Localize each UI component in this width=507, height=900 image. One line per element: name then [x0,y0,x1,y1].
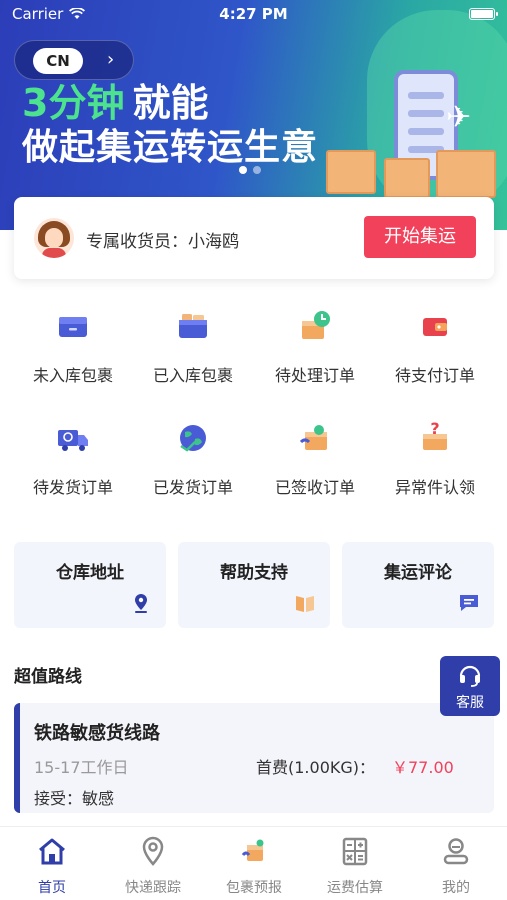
routes-section-title: 超值路线 [14,667,82,687]
customer-service-label: 客服 [456,695,484,711]
carousel-indicator [239,166,261,174]
entry-label: 待处理订单 [274,366,355,385]
home-icon [39,838,65,865]
banner-subheadline: 做起集运转运生意 [22,127,319,168]
location-pin-icon [135,594,147,613]
tab-label: 运费估算 [327,880,383,896]
customer-service-button[interactable]: 客服 [440,656,500,716]
consolidation-reviews-card[interactable]: 集运评论 [342,542,494,628]
svg-text:?: ? [430,420,439,438]
wallet-icon [423,318,447,336]
bottom-tab-bar: 首页 快递跟踪 包裹预报 运费估算 我的 [0,826,507,900]
parcel-forecast-icon [241,839,264,861]
receiver-card: 专属收货员：小海鸥 开始集运 [14,197,494,279]
tab-tracking[interactable]: 快递跟踪 [103,835,203,897]
airplane-icon: ✈ [446,100,472,135]
profile-icon [443,838,469,865]
entry-label: 已签收订单 [274,478,355,497]
help-support-card[interactable]: 帮助支持 [178,542,330,628]
tab-shipping-estimate[interactable]: 运费估算 [305,835,405,897]
tracking-pin-icon [142,836,164,866]
parcel-box-icon [384,158,430,198]
quick-link-label: 仓库地址 [56,563,124,583]
route-name: 铁路敏感货线路 [34,723,160,744]
warehouse-address-card[interactable]: 仓库地址 [14,542,166,628]
entry-stored[interactable]: 已入库包裹 [130,308,256,386]
entry-label: 已入库包裹 [152,366,233,385]
entry-signed[interactable]: 已签收订单 [252,420,378,498]
pending-order-icon [302,311,330,339]
entry-label: 未入库包裹 [32,366,113,385]
entry-exception[interactable]: ? 异常件认领 [372,419,498,498]
comment-icon [460,595,478,611]
tab-label: 快递跟踪 [125,880,181,896]
tab-parcel-forecast[interactable]: 包裹预报 [204,835,304,897]
route-delivery-days: 15-17工作日 [34,758,129,777]
quick-link-label: 帮助支持 [220,563,288,583]
status-bar: Carrier 4:27 PM [0,0,507,28]
headset-icon [459,665,481,687]
entry-unpaid[interactable]: 待支付订单 [372,308,498,386]
truck-icon [58,430,88,451]
stored-box-icon [179,314,207,338]
entry-shipped[interactable]: 已发货订单 [130,420,256,498]
entry-not-stored[interactable]: 未入库包裹 [10,308,136,386]
entry-label: 待支付订单 [394,366,475,385]
signed-box-icon [299,425,327,450]
tab-profile[interactable]: 我的 [406,835,506,897]
route-accepted-goods: 接受：敏感 [34,789,115,808]
region-label: CN [33,48,83,74]
inbox-icon [59,317,87,337]
parcel-box-icon [436,150,496,198]
battery-icon [469,8,498,20]
clock: 4:27 PM [219,5,288,23]
calculator-icon [342,837,368,866]
receiver-label: 专属收货员：小海鸥 [86,232,239,252]
parcel-box-icon [326,150,376,194]
chevron-right-icon: › [107,49,115,70]
question-box-icon: ? [423,419,447,450]
tab-label: 首页 [38,880,66,896]
route-card[interactable]: 铁路敏感货线路 15-17工作日 首费(1.00KG)： ￥77.00 接受：敏… [14,703,494,813]
book-icon [296,596,314,612]
start-consolidation-button[interactable]: 开始集运 [364,216,476,258]
route-fee-label: 首费(1.00KG)： [256,758,376,777]
avatar [34,218,74,258]
route-accent-bar [14,703,20,813]
tab-label: 包裹预报 [226,880,282,896]
promo-banner[interactable]: CN › 3分钟 就能 做起集运转运生意 ✈ [0,0,507,230]
tab-home[interactable]: 首页 [2,835,102,897]
entry-label: 异常件认领 [394,478,475,497]
globe-icon [180,425,206,452]
entry-label: 已发货订单 [152,478,233,497]
carousel-dot[interactable] [253,166,261,174]
route-fee: ￥77.00 [392,758,454,777]
tab-label: 我的 [442,880,470,896]
entry-pending[interactable]: 待处理订单 [252,308,378,386]
quick-link-label: 集运评论 [384,563,452,583]
carousel-dot[interactable] [239,166,247,174]
entry-label: 待发货订单 [32,478,113,497]
entry-to-ship[interactable]: 待发货订单 [10,420,136,498]
